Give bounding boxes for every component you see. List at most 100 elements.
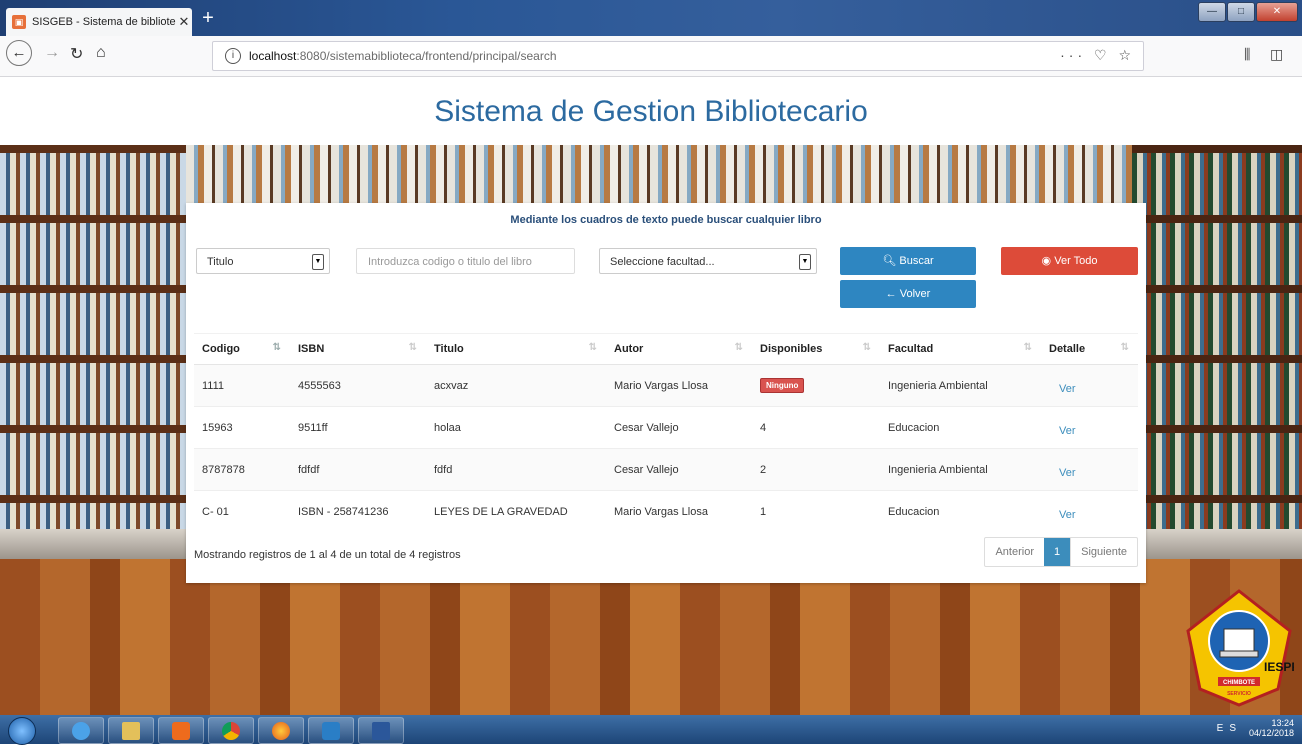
search-icon: 🔍︎ <box>882 255 897 267</box>
table-row: 15963 9511ff holaa Cesar Vallejo 4 Educa… <box>194 406 1138 449</box>
cell-isbn: fdfdf <box>290 448 426 491</box>
page-content: Sistema de Gestion Bibliotecario Mediant… <box>0 77 1302 715</box>
view-detail-link[interactable]: Ver <box>1059 509 1076 521</box>
page-actions-icon[interactable]: ··· ♡ ☆ <box>1060 47 1135 64</box>
cell-codigo: 8787878 <box>194 448 290 491</box>
url-path: :8080/sistemabiblioteca/frontend/princip… <box>296 49 557 63</box>
forward-arrow-icon[interactable]: → <box>44 44 60 62</box>
sort-icon: ⇅ <box>408 342 417 353</box>
cell-autor: Cesar Vallejo <box>606 406 752 449</box>
table-row: 1111 4555563 acxvaz Mario Vargas Llosa N… <box>194 364 1138 407</box>
sort-icon: ⇅ <box>588 342 597 353</box>
chrome-icon[interactable] <box>208 717 254 744</box>
cell-detalle: Ver <box>1041 364 1138 407</box>
cell-autor: Cesar Vallejo <box>606 448 752 491</box>
tab-close-icon[interactable]: ✕ <box>176 14 192 30</box>
window-controls: — □ ✕ <box>1197 2 1298 22</box>
column-header-detalle[interactable]: Detalle ⇅ <box>1041 333 1138 365</box>
column-header-codigo[interactable]: Codigo ⇅ <box>194 333 290 365</box>
taskbar: ES 13:24 04/12/2018 <box>0 715 1302 745</box>
search-input-placeholder: Introduzca codigo o titulo del libro <box>368 256 532 268</box>
view-detail-link[interactable]: Ver <box>1059 425 1076 437</box>
sort-icon: ⇅ <box>1023 342 1032 353</box>
vscode-icon[interactable] <box>308 717 354 744</box>
view-detail-link[interactable]: Ver <box>1059 467 1076 479</box>
cell-disponibles: Ninguno <box>752 364 880 407</box>
books-table: Codigo ⇅ ISBN ⇅ Titulo ⇅ Autor ⇅ Disponibles… <box>194 333 1138 532</box>
cell-isbn: 9511ff <box>290 406 426 449</box>
faculty-select[interactable]: Seleccione facultad... ▼ <box>599 248 817 274</box>
pagination-next-button[interactable]: Siguiente <box>1070 538 1137 566</box>
window-close-button[interactable]: ✕ <box>1256 2 1298 22</box>
cell-isbn: 4555563 <box>290 364 426 407</box>
bookshelf-top-image <box>186 145 1132 205</box>
logo-motto: SERVICIO <box>1227 691 1251 697</box>
tray-clock[interactable]: 13:24 04/12/2018 <box>1249 718 1294 738</box>
cell-detalle: Ver <box>1041 406 1138 449</box>
url-bar[interactable]: i localhost :8080/sistemabiblioteca/fron… <box>212 41 1144 71</box>
bookshelf-left-image <box>0 145 186 545</box>
site-info-icon[interactable]: i <box>225 48 241 64</box>
cell-codigo: 1111 <box>194 364 290 407</box>
view-all-button[interactable]: ◉ Ver Todo <box>1001 247 1138 275</box>
table-header-row: Codigo ⇅ ISBN ⇅ Titulo ⇅ Autor ⇅ Disponibles… <box>194 333 1138 365</box>
column-header-facultad[interactable]: Facultad ⇅ <box>880 333 1041 365</box>
cell-facultad: Ingenieria Ambiental <box>880 448 1041 491</box>
cell-detalle: Ver <box>1041 448 1138 491</box>
clock-date: 04/12/2018 <box>1248 728 1294 738</box>
cell-isbn: ISBN - 258741236 <box>290 490 426 532</box>
new-tab-button[interactable]: + <box>198 8 218 30</box>
back-button[interactable]: ← Volver <box>840 280 976 308</box>
view-detail-link[interactable]: Ver <box>1059 383 1076 395</box>
internet-explorer-icon[interactable] <box>58 717 104 744</box>
cell-titulo: fdfd <box>426 448 606 491</box>
cell-titulo: holaa <box>426 406 606 449</box>
search-field-select[interactable]: Titulo ▼ <box>196 248 330 274</box>
search-field-value: Titulo <box>207 256 234 268</box>
cell-autor: Mario Vargas Llosa <box>606 364 752 407</box>
pagination-page-button[interactable]: 1 <box>1044 538 1071 566</box>
table-row: C- 01 ISBN - 258741236 LEYES DE LA GRAVE… <box>194 490 1138 532</box>
cell-codigo: C- 01 <box>194 490 290 532</box>
sort-asc-icon: ⇅ <box>272 342 281 353</box>
media-player-icon[interactable] <box>158 717 204 744</box>
search-button[interactable]: 🔍︎ Buscar <box>840 247 976 275</box>
column-header-titulo[interactable]: Titulo ⇅ <box>426 333 606 365</box>
word-icon[interactable] <box>358 717 404 744</box>
cell-autor: Mario Vargas Llosa <box>606 490 752 532</box>
cell-disponibles: 1 <box>752 490 880 532</box>
library-icon[interactable]: ⫼ <box>1244 46 1250 63</box>
search-input[interactable]: Introduzca codigo o titulo del libro <box>356 248 575 274</box>
tray-language[interactable]: ES <box>1217 723 1242 734</box>
column-header-autor[interactable]: Autor ⇅ <box>606 333 752 365</box>
sidebar-icon[interactable]: ◫ <box>1270 46 1283 63</box>
column-header-isbn[interactable]: ISBN ⇅ <box>290 333 426 365</box>
sort-icon: ⇅ <box>862 342 871 353</box>
pagination: Anterior 1 Siguiente <box>984 537 1138 567</box>
search-button-label: Buscar <box>899 255 934 267</box>
file-explorer-icon[interactable] <box>108 717 154 744</box>
browser-tab[interactable]: ▣ SISGEB - Sistema de biblioteca ✕ <box>6 8 192 36</box>
sort-icon: ⇅ <box>734 342 743 353</box>
status-badge: Ninguno <box>760 378 805 393</box>
minimize-button[interactable]: — <box>1198 2 1226 22</box>
back-arrow-icon[interactable]: ← <box>6 40 32 66</box>
faculty-select-value: Seleccione facultad... <box>610 256 715 268</box>
maximize-button[interactable]: □ <box>1227 2 1255 22</box>
logo-acronym: IESPP <box>1264 660 1294 674</box>
home-icon[interactable]: ⌂ <box>96 44 106 62</box>
browser-tab-bar: ▣ SISGEB - Sistema de biblioteca ✕ + — □… <box>0 0 1302 36</box>
column-header-disponibles[interactable]: Disponibles ⇅ <box>752 333 880 365</box>
start-button[interactable] <box>8 717 36 745</box>
reload-icon[interactable]: ↻ <box>70 44 83 64</box>
cell-titulo: LEYES DE LA GRAVEDAD <box>426 490 606 532</box>
table-row: 8787878 fdfdf fdfd Cesar Vallejo 2 Ingen… <box>194 448 1138 491</box>
table-info: Mostrando registros de 1 al 4 de un tota… <box>194 549 461 561</box>
page-title: Sistema de Gestion Bibliotecario <box>434 95 868 128</box>
pagination-prev-button[interactable]: Anterior <box>985 538 1044 566</box>
sort-icon: ⇅ <box>1120 342 1129 353</box>
cell-titulo: acxvaz <box>426 364 606 407</box>
cell-facultad: Educacion <box>880 406 1041 449</box>
chevron-down-icon: ▼ <box>312 254 324 270</box>
firefox-icon[interactable] <box>258 717 304 744</box>
